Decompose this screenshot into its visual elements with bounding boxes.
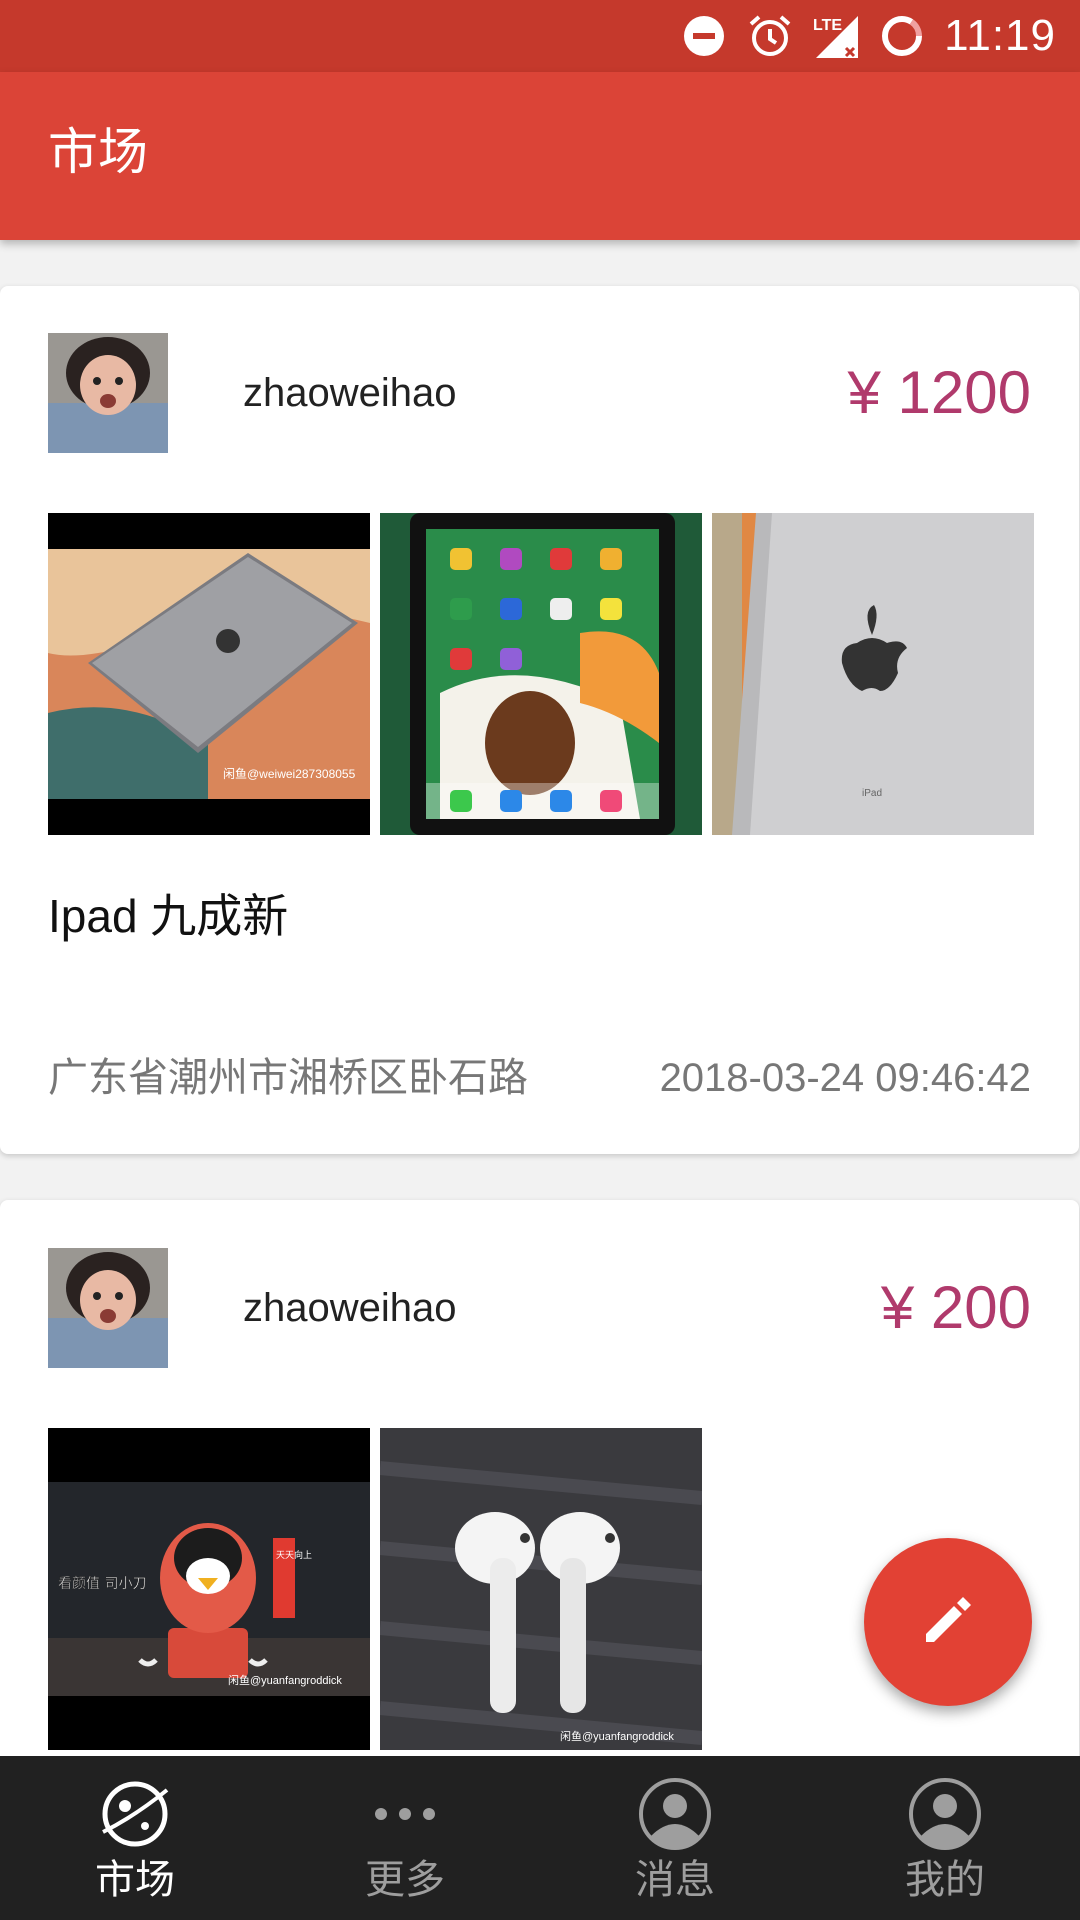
listing-title: Ipad 九成新 bbox=[48, 890, 289, 942]
listing-card[interactable]: zhaoweihao ¥ 1200 闲鱼@weiwei287308055 iPa… bbox=[0, 286, 1079, 1154]
photo-watermark: 闲鱼@yuanfangroddick bbox=[560, 1729, 674, 1743]
page-title: 市场 bbox=[48, 123, 148, 181]
svg-text:iPad: iPad bbox=[862, 788, 882, 799]
nav-item-mine[interactable]: 我的 bbox=[810, 1756, 1080, 1920]
avatar[interactable] bbox=[48, 1248, 168, 1368]
sticker-text: 天天向上 bbox=[276, 1549, 312, 1561]
nav-label: 我的 bbox=[905, 1857, 985, 1903]
more-dots-icon bbox=[363, 1772, 447, 1856]
listing-photo[interactable] bbox=[380, 513, 702, 835]
photo-grid: 天天向上 看颜值 司小刀 闲鱼@yuanfangroddick 闲鱼@yuanf… bbox=[48, 1428, 702, 1750]
price: ¥ 200 bbox=[880, 1274, 1031, 1341]
status-bar: LTE 11:19 bbox=[0, 0, 1080, 72]
app-bar: 市场 bbox=[0, 72, 1080, 240]
pencil-icon bbox=[918, 1590, 978, 1654]
listing-photo[interactable]: 闲鱼@weiwei287308055 bbox=[48, 513, 370, 835]
listing-location: 广东省潮州市湘桥区卧石路 bbox=[48, 1056, 528, 1100]
compose-button[interactable] bbox=[864, 1538, 1032, 1706]
person-circle-icon bbox=[903, 1772, 987, 1856]
do-not-disturb-icon bbox=[680, 12, 728, 60]
nav-item-market[interactable]: 市场 bbox=[0, 1756, 270, 1920]
listing-photo[interactable]: 闲鱼@yuanfangroddick bbox=[380, 1428, 702, 1750]
bottom-nav: 市场 更多 消息 我的 bbox=[0, 1756, 1080, 1920]
battery-icon bbox=[878, 12, 926, 60]
price: ¥ 1200 bbox=[847, 359, 1031, 426]
planet-icon bbox=[93, 1772, 177, 1856]
nav-item-more[interactable]: 更多 bbox=[270, 1756, 540, 1920]
listing-card[interactable]: zhaoweihao ¥ 200 天天向上 看颜值 司小刀 闲鱼@yuanfan… bbox=[0, 1200, 1079, 1800]
listing-photo[interactable]: 天天向上 看颜值 司小刀 闲鱼@yuanfangroddick bbox=[48, 1428, 370, 1750]
nav-item-messages[interactable]: 消息 bbox=[540, 1756, 810, 1920]
sticker-text: 看颜值 司小刀 bbox=[58, 1576, 146, 1592]
status-time: 11:19 bbox=[944, 11, 1056, 60]
listing-photo[interactable]: iPad bbox=[712, 513, 1034, 835]
nav-label: 消息 bbox=[635, 1857, 715, 1903]
person-circle-icon bbox=[633, 1772, 717, 1856]
username: zhaoweihao bbox=[243, 371, 457, 415]
svg-text:LTE: LTE bbox=[813, 17, 842, 34]
nav-label: 市场 bbox=[95, 1857, 175, 1903]
photo-watermark: 闲鱼@yuanfangroddick bbox=[228, 1673, 342, 1687]
username: zhaoweihao bbox=[243, 1286, 457, 1330]
photo-grid: 闲鱼@weiwei287308055 iPad bbox=[48, 513, 1034, 835]
nav-label: 更多 bbox=[365, 1857, 445, 1903]
listing-datetime: 2018-03-24 09:46:42 bbox=[659, 1056, 1031, 1100]
status-icons: LTE 11:19 bbox=[680, 0, 1080, 72]
avatar[interactable] bbox=[48, 333, 168, 453]
photo-watermark: 闲鱼@weiwei287308055 bbox=[223, 767, 356, 781]
alarm-icon bbox=[746, 12, 794, 60]
lte-signal-icon: LTE bbox=[812, 12, 860, 60]
